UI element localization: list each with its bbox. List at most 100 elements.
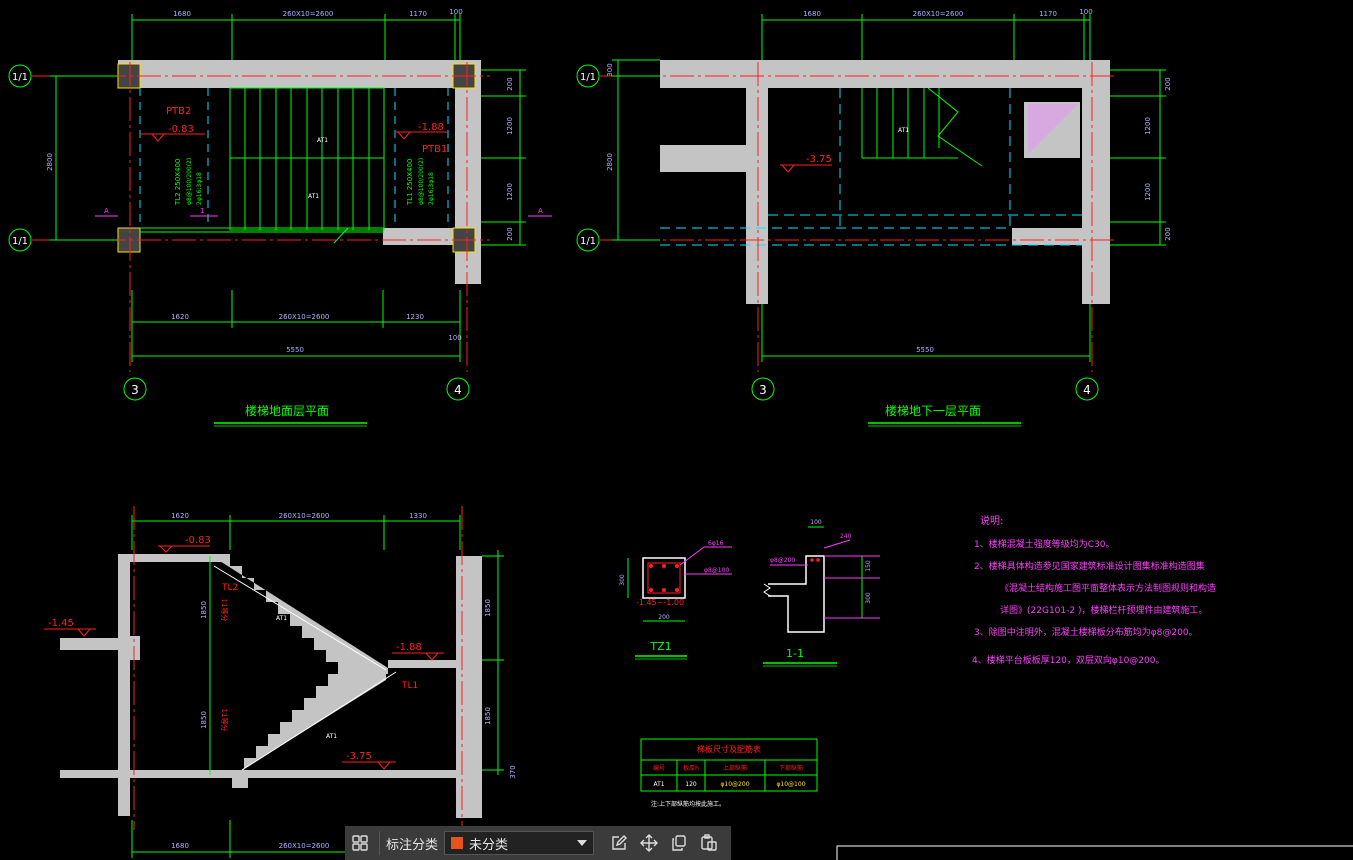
plan1-label-ptb1: PTB1: [422, 144, 447, 155]
section-dim-top-2: 260X10=2600: [279, 512, 330, 520]
plan1-axis-3: 3: [131, 383, 139, 397]
copy-icon[interactable]: [664, 828, 694, 858]
plan2-dim-right-3: 1200: [1144, 183, 1152, 201]
plan1-dim-top-4: 100: [449, 8, 462, 16]
section-dim-bottom-2: 260X10=2600: [279, 842, 330, 850]
tz1-elev: -1.45~-1.00: [636, 598, 684, 607]
table-cell-2: 120: [685, 781, 697, 788]
plan2-label-at1: AT1: [898, 127, 909, 134]
tz1-size-h: 300: [619, 574, 626, 586]
plan1-dim-top-1: 1680: [173, 10, 191, 18]
section-dim-bottom-1: 1680: [171, 842, 189, 850]
section-dim-top-1: 1620: [171, 512, 189, 520]
plan2-dim-top-1: 1680: [803, 10, 821, 18]
plan1-dim-left: 2800: [46, 153, 54, 171]
notes-line-3: 《混凝土结构施工图平面整体表示方法制图规则和构造: [1000, 582, 1216, 594]
notes-line-2: 2、楼梯具体构造参见国家建筑标准设计图集标准构造图集: [974, 560, 1205, 572]
cad-drawing-canvas[interactable]: 1680 260X10=2600 1170 100 2800 200 1200 …: [0, 0, 1353, 860]
plan2-dim-bottom-total: 5550: [916, 346, 934, 354]
notes-line-1: 1、楼梯混凝土强度等级均为C30。: [974, 538, 1114, 550]
section-dim-right-1: 1850: [484, 599, 492, 617]
plan1-dim-right-4: 200: [506, 227, 514, 240]
table-header-2: 板厚h: [683, 764, 699, 772]
category-label: 标注分类: [386, 837, 439, 853]
edit-icon[interactable]: [604, 828, 634, 858]
notes-line-4: 详图》(22G101-2 )，楼梯栏杆预埋件由建筑施工。: [1000, 604, 1207, 616]
plan2-dim-right-4: 200: [1164, 227, 1172, 240]
category-color-swatch: [451, 837, 464, 849]
plan1-tl2-sub2: 2φ16;3φ18: [196, 172, 203, 205]
plan1-axis-4: 4: [454, 383, 462, 397]
section-elev-mid: -1.88: [396, 642, 422, 653]
table-header-4: 下部纵筋: [779, 764, 803, 772]
detail11-dim-top: 100: [810, 519, 822, 526]
plan1-axis-1-1-top: 1/1: [12, 72, 28, 83]
section-dim-right-2: 1850: [484, 707, 492, 725]
section-label-at1-bot: AT1: [326, 733, 337, 740]
section-dim-top-3: 1330: [409, 512, 427, 520]
section-dim-right-3: 370: [509, 765, 517, 778]
notes-line-6: 4、楼梯平台板板厚120，双层双向φ10@200。: [972, 654, 1164, 666]
notes-line-5: 3、除图中注明外，混凝土楼梯板分布筋均为φ8@200。: [974, 626, 1198, 638]
plan1-dim-bottom-3: 1230: [406, 313, 424, 321]
plan1-dim-top-3: 1170: [409, 10, 427, 18]
plan2-dim-right-2: 1200: [1144, 117, 1152, 135]
section-h-bot: 1850: [200, 711, 208, 729]
tz1-stirrup-label: φ8@100: [704, 567, 729, 574]
detail11-dim-top2: 240: [840, 533, 852, 540]
plan2-axis-1-1-top: 1/1: [580, 72, 596, 83]
plan1-section-a-left: A: [104, 207, 109, 215]
plan1-label-at1-top: AT1: [317, 137, 328, 144]
tz1-title: TZ1: [649, 640, 671, 653]
plan1-dim-right-1: 200: [506, 77, 514, 90]
section-label-at1-top: AT1: [276, 615, 287, 622]
section-elev-left: -1.45: [48, 618, 74, 629]
section-label-tl2: TL2: [221, 583, 238, 593]
plan2-axis-3: 3: [759, 383, 767, 397]
plan2-title: 楼梯地下一层平面: [885, 403, 981, 418]
table-title: 梯板尺寸及配筋表: [697, 744, 761, 754]
plan2-axis-4: 4: [1083, 383, 1091, 397]
chevron-down-icon: [577, 840, 588, 846]
table-cell-1: AT1: [653, 781, 664, 788]
plan1-tl2-text: TL2 250X400: [174, 159, 182, 206]
plan1-tl1-sub1: φ8@100/200(2): [418, 158, 425, 205]
table-footnote: 注:上下部纵筋均按此施工。: [651, 800, 725, 808]
paste-icon[interactable]: [694, 828, 724, 858]
plan1-axis-1-1-bottom: 1/1: [12, 236, 28, 247]
plan1-dim-bottom-small: 100: [448, 334, 461, 342]
tz1-size-w: 200: [658, 614, 670, 621]
plan2-dim-left-small: 300: [606, 63, 614, 76]
plan1-tl2-sub1: φ8@100/200(2): [186, 158, 193, 205]
plan1-dim-top-2: 260X10=2600: [283, 10, 334, 18]
plan1-section-1: 1: [200, 207, 204, 215]
category-select-value: 未分类: [469, 837, 509, 853]
section-elev-bottom: -3.75: [346, 751, 372, 762]
section-elev-top: -0.83: [185, 535, 211, 546]
plan2-dim-top-4: 100: [1079, 8, 1092, 16]
plan2-dim-right-1: 200: [1164, 77, 1172, 90]
section-label-tl1: TL1: [401, 681, 418, 691]
plan1-label-ptb2: PTB2: [166, 106, 191, 117]
grid-icon[interactable]: [345, 828, 375, 858]
plan2-axis-1-1-bottom: 1/1: [580, 236, 596, 247]
detail11-dim-side1: 150: [865, 560, 872, 572]
table-header-3: 上部纵筋: [723, 764, 747, 772]
plan1-dim-right-3: 1200: [506, 183, 514, 201]
detail11-dim-side2: 300: [865, 592, 872, 604]
detail11-title: 1-1: [786, 647, 804, 660]
plan1-dim-bottom-2: 260X10=2600: [279, 313, 330, 321]
plan1-dim-bottom-1: 1620: [171, 313, 189, 321]
category-select[interactable]: 未分类: [444, 831, 595, 855]
section-steps-bot: 11等分: [220, 709, 229, 732]
table-header-1: 编号: [653, 764, 665, 772]
plan1-tl1-text: TL1 250X400: [406, 159, 414, 206]
plan1-label-at1-bot: AT1: [308, 193, 319, 200]
detail11-rebar: φ8@200: [770, 557, 795, 564]
plan1-dim-bottom-total: 5550: [286, 346, 304, 354]
section-h-top: 1850: [200, 601, 208, 619]
plan1-section-a-right: A: [538, 207, 543, 215]
move-icon[interactable]: [634, 828, 664, 858]
toolbar-divider: [379, 831, 380, 855]
plan1-tl1-sub2: 2φ16;3φ18: [428, 172, 435, 205]
